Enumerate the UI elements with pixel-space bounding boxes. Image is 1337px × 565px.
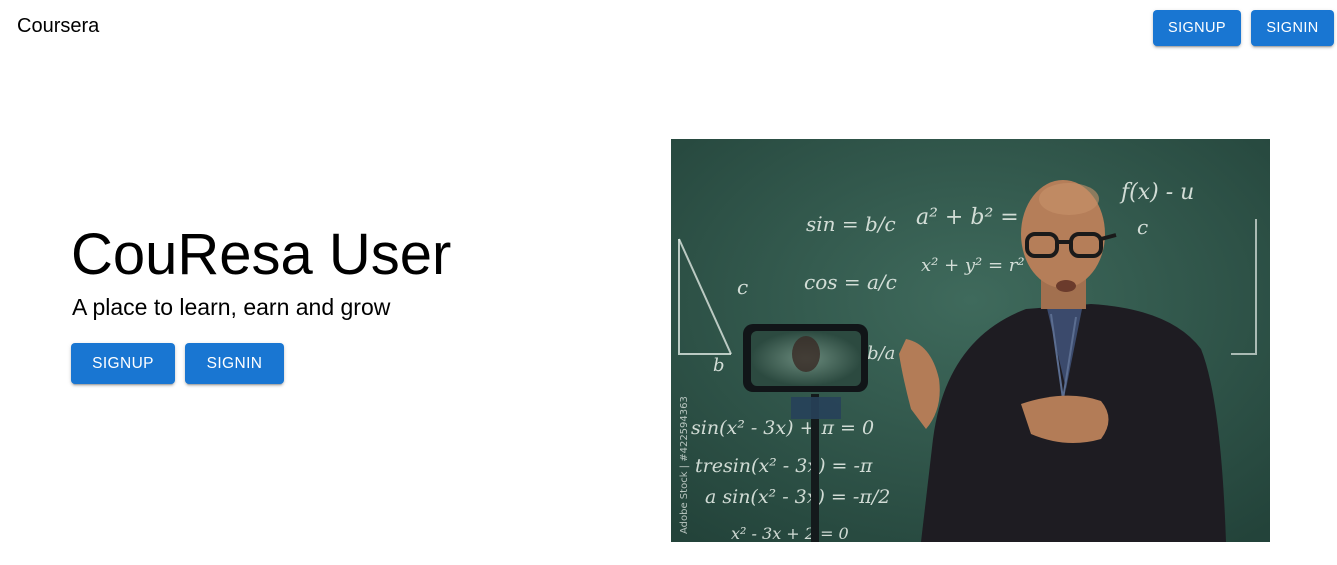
formula-text: b	[713, 355, 725, 376]
formula-text: tresin(x² - 3x) = -π	[695, 455, 873, 477]
formula-text: sin(x² - 3x) + π = 0	[691, 417, 874, 439]
hero-signin-button[interactable]: SIGNIN	[185, 343, 284, 384]
formula-text: sin = b/c	[806, 212, 896, 236]
hero-image-teacher-at-chalkboard: sin = b/c a² + b² = c² cos = a/c x² + y²…	[671, 139, 1270, 542]
hero-subtitle: A place to learn, earn and grow	[72, 294, 391, 320]
nav-signin-button[interactable]: SIGNIN	[1251, 10, 1334, 46]
formula-text: a sin(x² - 3x) = -π/2	[705, 486, 890, 508]
formula-text: c	[1137, 215, 1148, 239]
formula-text: f(x) - u	[1119, 180, 1194, 205]
formula-text: x² + y² = r²	[921, 255, 1025, 276]
formula-text: cos = a/c	[804, 270, 897, 294]
hero-illustration: sin = b/c a² + b² = c² cos = a/c x² + y²…	[671, 139, 1270, 542]
hero-signup-button[interactable]: SIGNUP	[71, 343, 175, 384]
hero-title: CouResa User	[71, 222, 452, 287]
nav-signup-button[interactable]: SIGNUP	[1153, 10, 1241, 46]
brand-title[interactable]: Coursera	[17, 14, 99, 38]
app-bar: Coursera SIGNUP SIGNIN	[0, 0, 1337, 56]
formula-text: x² - 3x + 2 = 0	[731, 524, 849, 542]
formula-text: c	[737, 275, 748, 299]
watermark-text: Adobe Stock | #422594363	[679, 396, 690, 534]
